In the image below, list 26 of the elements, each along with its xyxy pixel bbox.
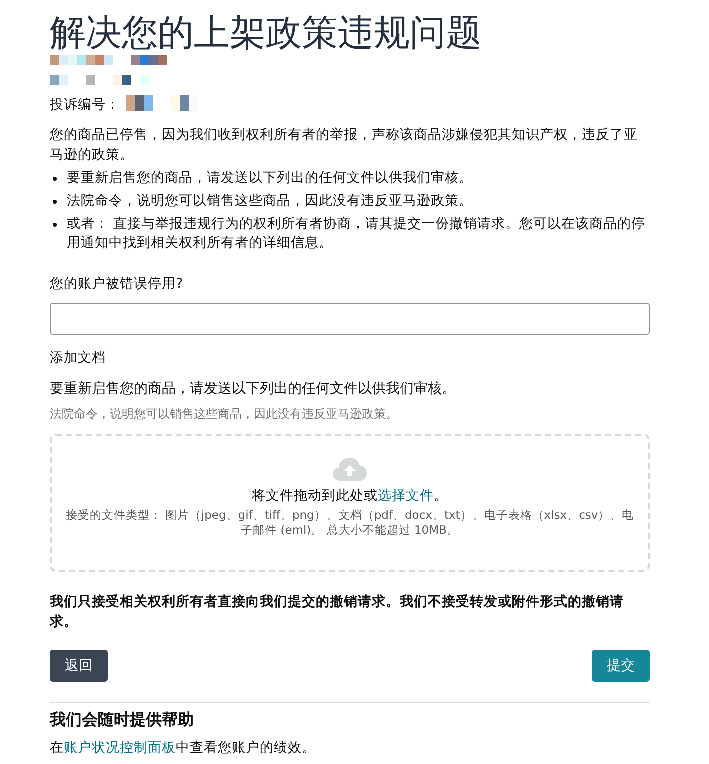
bullet-icon <box>53 177 57 181</box>
bullet-text: 或者： 直接与举报违规行为的权利所有者协商，请其提交一份撤销请求。您可以在该商品的停用通知中找到相关权利所有者的详细信息。 <box>67 215 646 253</box>
notice-text: 我们只接受相关权利所有者直接向我们提交的撤销请求。我们不接受转发或附件形式的撤销请求。 <box>50 593 625 632</box>
cloud-upload-icon <box>333 458 367 481</box>
bullet-text: 要重新启售您的商品，请发送以下列出的任何文件以供我们审核。 <box>67 169 473 188</box>
pixelated-redaction <box>126 95 198 111</box>
choose-file-link[interactable]: 选择文件 <box>378 488 434 504</box>
help-text: 在账户状况控制面板中查看您账户的绩效。 <box>50 739 317 758</box>
instruction-text: 要重新启售您的商品，请发送以下列出的任何文件以供我们审核。 <box>50 380 457 399</box>
text-input-field[interactable] <box>50 303 650 335</box>
upload-prompt: 将文件拖动到此处或选择文件。 <box>252 487 448 506</box>
bullet-text: 法院命令，说明您可以销售这些商品，因此没有违反亚马逊政策。 <box>67 192 473 211</box>
bullet-icon <box>53 200 57 204</box>
back-button[interactable]: 返回 <box>50 650 108 682</box>
intro-paragraph: 您的商品已停售，因为我们收到权利所有者的举报，声称该商品涉嫌侵犯其知识产权，违反了亚马逊的政策。 <box>50 126 639 165</box>
question-label: 您的账户被错误停用? <box>50 275 184 294</box>
file-drop-zone[interactable]: 将文件拖动到此处或选择文件。 接受的文件类型： 图片（jpeg、gif、tiff、png）、文档（pdf、docx、txt）、电子表格（xlsx、csv）、电子邮件 (eml)。 总大小不能超过 10MB。 <box>50 434 650 572</box>
bullet-icon <box>53 223 57 227</box>
submit-button[interactable]: 提交 <box>592 650 650 682</box>
accepted-file-types-text: 接受的文件类型： 图片（jpeg、gif、tiff、png）、文档（pdf、docx、txt）、电子表格（xlsx、csv）、电子邮件 (eml)。 总大小不能超过 10MB。 <box>64 508 636 538</box>
help-heading: 我们会随时提供帮助 <box>50 709 195 731</box>
add-documents-label: 添加文档 <box>50 349 107 368</box>
hint-text: 法院命令，说明您可以销售这些商品，因此没有违反亚马逊政策。 <box>50 406 399 423</box>
complaint-number-label: 投诉编号： <box>50 96 120 115</box>
dashboard-link[interactable]: 账户状况控制面板 <box>64 740 176 756</box>
page-title: 解决您的上架政策违规问题 <box>50 12 483 56</box>
